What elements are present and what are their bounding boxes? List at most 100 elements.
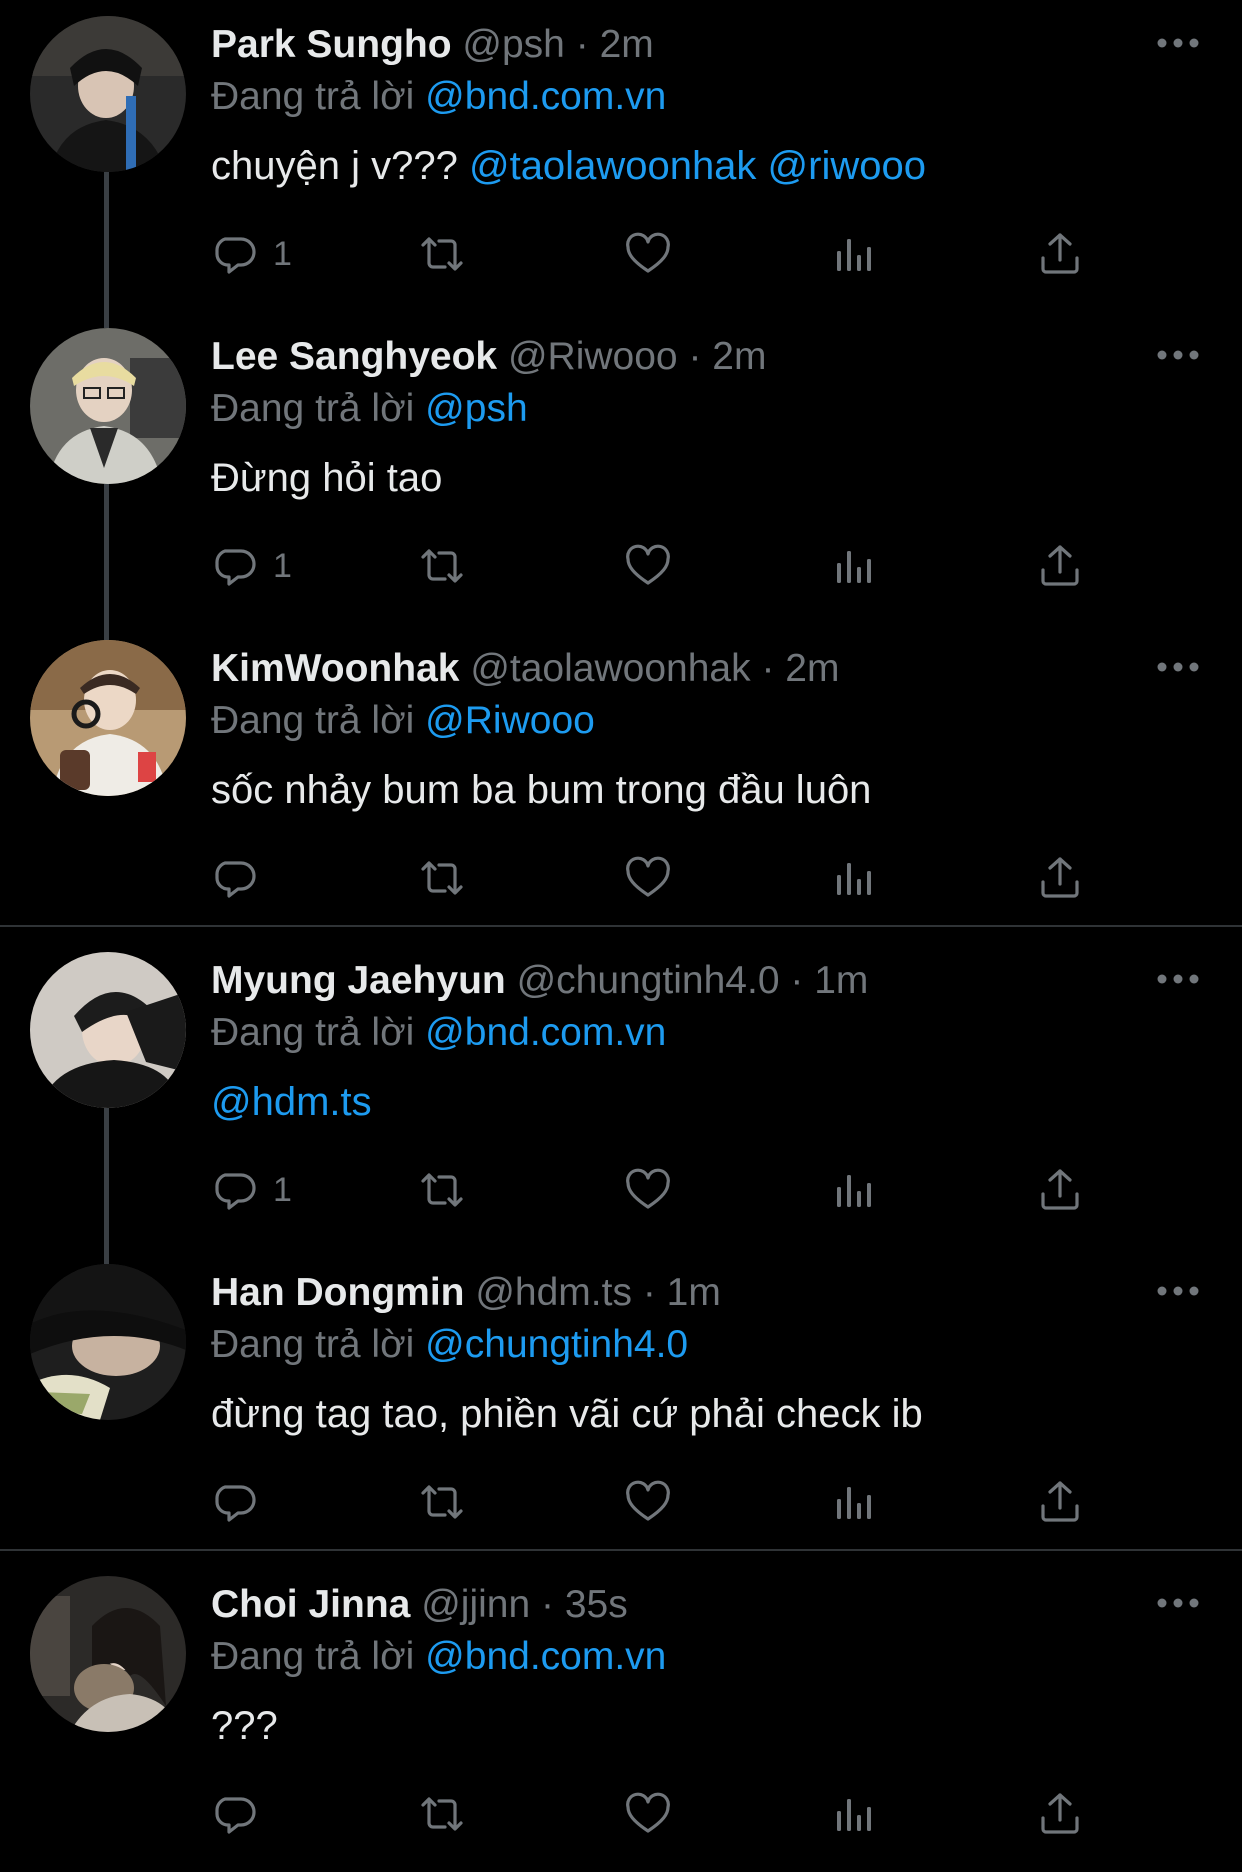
more-icon[interactable] <box>1156 966 1200 992</box>
timestamp[interactable]: 2m <box>785 647 839 690</box>
reply-to-mention[interactable]: @bnd.com.vn <box>425 1635 666 1678</box>
reply-button[interactable] <box>211 852 273 904</box>
replying-to: Đang trả lời @chungtinh4.0 <box>211 1322 688 1368</box>
replying-to: Đang trả lời @bnd.com.vn <box>211 1634 666 1680</box>
like-button[interactable] <box>623 1476 673 1528</box>
share-icon <box>1041 545 1079 586</box>
display-name[interactable]: Choi Jinna <box>211 1583 410 1626</box>
user-handle[interactable]: @hdm.ts <box>475 1271 632 1314</box>
avatar-photo-icon <box>30 16 186 172</box>
share-button[interactable] <box>1035 1476 1085 1528</box>
reply-button[interactable]: 1 <box>211 540 292 592</box>
views-button[interactable] <box>829 1788 879 1840</box>
share-icon <box>1041 1169 1079 1210</box>
avatar[interactable] <box>30 952 186 1108</box>
avatar-photo-icon <box>30 952 186 1108</box>
views-button[interactable] <box>829 852 879 904</box>
tweet[interactable]: Choi Jinna @jjinn · 35s Đang trả lời @bn… <box>0 1560 1242 1872</box>
avatar-photo-icon <box>30 1576 186 1732</box>
replying-to-label: Đang trả lời <box>211 75 415 118</box>
tweet[interactable]: Myung Jaehyun @chungtinh4.0 · 1m Đang tr… <box>0 936 1242 1248</box>
user-handle[interactable]: @psh <box>462 23 564 66</box>
views-button[interactable] <box>829 1164 879 1216</box>
tweet-mentions[interactable]: @hdm.ts <box>211 1080 372 1124</box>
retweet-button[interactable] <box>417 852 467 904</box>
display-name[interactable]: KimWoonhak <box>211 647 459 690</box>
avatar[interactable] <box>30 328 186 484</box>
like-icon <box>626 232 670 273</box>
retweet-button[interactable] <box>417 228 467 280</box>
display-name[interactable]: Han Dongmin <box>211 1271 464 1314</box>
reply-to-mention[interactable]: @chungtinh4.0 <box>425 1323 688 1366</box>
reply-button[interactable] <box>211 1788 273 1840</box>
retweet-button[interactable] <box>417 540 467 592</box>
reply-button[interactable]: 1 <box>211 1164 292 1216</box>
like-button[interactable] <box>623 852 673 904</box>
avatar[interactable] <box>30 1576 186 1732</box>
tweet-body: sốc nhảy bum ba bum trong đầu luôn <box>211 768 872 812</box>
timestamp[interactable]: 1m <box>667 1271 721 1314</box>
more-icon[interactable] <box>1156 654 1200 680</box>
more-icon[interactable] <box>1156 1278 1200 1304</box>
views-icon <box>837 551 871 583</box>
tweet[interactable]: Han Dongmin @hdm.ts · 1m Đang trả lời @c… <box>0 1248 1242 1560</box>
share-button[interactable] <box>1035 228 1085 280</box>
tweet-header: Choi Jinna @jjinn · 35s <box>211 1582 628 1628</box>
display-name[interactable]: Myung Jaehyun <box>211 959 506 1002</box>
like-icon <box>626 1168 670 1209</box>
views-button[interactable] <box>829 228 879 280</box>
replying-to: Đang trả lời @bnd.com.vn <box>211 1010 666 1056</box>
like-button[interactable] <box>623 228 673 280</box>
reply-to-mention[interactable]: @bnd.com.vn <box>425 75 666 118</box>
tweet[interactable]: Lee Sanghyeok @Riwooo · 2m Đang trả lời … <box>0 312 1242 624</box>
avatar[interactable] <box>30 640 186 796</box>
reply-to-mention[interactable]: @Riwooo <box>425 699 595 742</box>
tweet-body: ??? <box>211 1704 278 1748</box>
separator-dot: · <box>575 23 589 66</box>
share-button[interactable] <box>1035 1164 1085 1216</box>
share-button[interactable] <box>1035 540 1085 592</box>
retweet-icon <box>421 549 463 583</box>
timestamp[interactable]: 1m <box>814 959 868 1002</box>
views-button[interactable] <box>829 540 879 592</box>
tweet-header: KimWoonhak @taolawoonhak · 2m <box>211 646 839 692</box>
timestamp[interactable]: 35s <box>565 1583 628 1626</box>
user-handle[interactable]: @taolawoonhak <box>470 647 750 690</box>
reply-button[interactable]: 1 <box>211 228 292 280</box>
like-button[interactable] <box>623 1164 673 1216</box>
more-icon[interactable] <box>1156 30 1200 56</box>
tweet-text: sốc nhảy bum ba bum trong đầu luôn <box>211 766 871 814</box>
timestamp[interactable]: 2m <box>600 23 654 66</box>
user-handle[interactable]: @chungtinh4.0 <box>517 959 780 1002</box>
like-button[interactable] <box>623 540 673 592</box>
share-icon <box>1041 1481 1079 1522</box>
retweet-button[interactable] <box>417 1788 467 1840</box>
share-button[interactable] <box>1035 1788 1085 1840</box>
action-bar: 1 <box>211 228 1111 280</box>
like-button[interactable] <box>623 1788 673 1840</box>
reply-count: 1 <box>273 1170 292 1209</box>
views-icon <box>837 863 871 895</box>
tweet-mentions[interactable]: @taolawoonhak @riwooo <box>469 144 926 188</box>
retweet-button[interactable] <box>417 1476 467 1528</box>
retweet-button[interactable] <box>417 1164 467 1216</box>
avatar[interactable] <box>30 1264 186 1420</box>
reply-icon <box>215 1797 256 1834</box>
tweet[interactable]: Park Sungho @psh · 2m Đang trả lời @bnd.… <box>0 0 1242 312</box>
reply-to-mention[interactable]: @bnd.com.vn <box>425 1011 666 1054</box>
reply-to-mention[interactable]: @psh <box>425 387 527 430</box>
display-name[interactable]: Lee Sanghyeok <box>211 335 497 378</box>
reply-button[interactable] <box>211 1476 273 1528</box>
timestamp[interactable]: 2m <box>712 335 766 378</box>
display-name[interactable]: Park Sungho <box>211 23 452 66</box>
user-handle[interactable]: @jjinn <box>421 1583 530 1626</box>
tweet[interactable]: KimWoonhak @taolawoonhak · 2m Đang trả l… <box>0 624 1242 936</box>
more-icon[interactable] <box>1156 342 1200 368</box>
more-icon[interactable] <box>1156 1590 1200 1616</box>
views-button[interactable] <box>829 1476 879 1528</box>
user-handle[interactable]: @Riwooo <box>508 335 678 378</box>
avatar[interactable] <box>30 16 186 172</box>
share-button[interactable] <box>1035 852 1085 904</box>
reply-icon <box>215 1485 256 1522</box>
thread-connector <box>104 484 109 640</box>
